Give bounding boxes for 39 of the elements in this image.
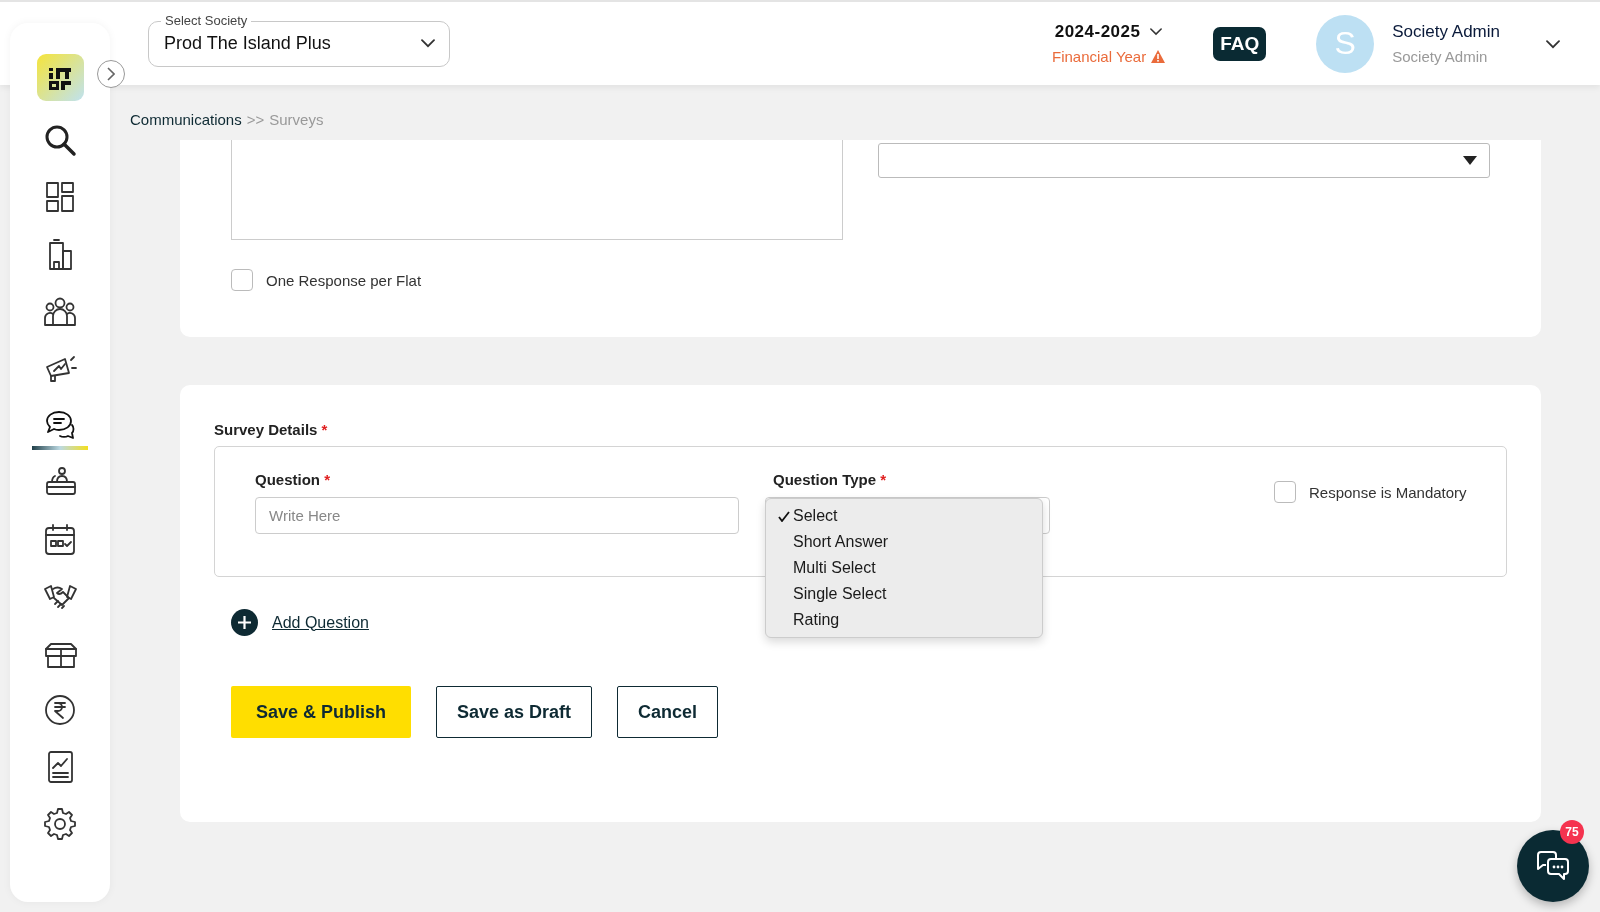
- app-logo[interactable]: [36, 54, 84, 101]
- rupee-icon: [42, 692, 78, 728]
- section-title: Survey Details *: [214, 421, 329, 438]
- financial-year-label: Financial Year: [1051, 48, 1147, 65]
- faq-button[interactable]: FAQ: [1213, 26, 1267, 61]
- year-select[interactable]: 2024-2025: [1054, 22, 1163, 42]
- chevron-down-icon: [1546, 40, 1560, 49]
- user-name: Society Admin: [1392, 22, 1500, 42]
- checkbox[interactable]: [231, 269, 253, 291]
- publish-button[interactable]: Save & Publish: [231, 686, 411, 738]
- field-label: Question *: [255, 471, 332, 488]
- dropdown-option[interactable]: Multi Select: [766, 555, 1042, 581]
- secondary-button[interactable]: Save as Draft: [436, 686, 593, 738]
- checkbox[interactable]: [1274, 481, 1296, 503]
- calendar-icon: [42, 521, 78, 557]
- field-label: Question Type *: [773, 471, 888, 488]
- user-role: Society Admin: [1392, 48, 1489, 65]
- select-field[interactable]: [878, 143, 1490, 178]
- settings-icon: [42, 806, 78, 842]
- secondary-button[interactable]: Cancel: [617, 686, 719, 738]
- chat-bubbles-icon: [1536, 850, 1570, 882]
- add-question-link[interactable]: Add Question: [272, 613, 369, 632]
- notification-badge: 75: [1560, 820, 1584, 844]
- chevron-down-icon: [421, 39, 435, 48]
- caret-down-icon: [1463, 156, 1477, 165]
- chevron-right-icon: [107, 67, 115, 81]
- checkbox-label: Response is Mandatory: [1309, 483, 1467, 501]
- chevron-down-icon: [1150, 28, 1163, 36]
- breadcrumb-separator: >>: [246, 111, 265, 130]
- question-input[interactable]: Write Here: [255, 497, 739, 534]
- dropdown-option[interactable]: Select: [766, 503, 1042, 529]
- dropdown-option[interactable]: Single Select: [766, 581, 1042, 607]
- dropdown-option[interactable]: Short Answer: [766, 529, 1042, 555]
- breadcrumb-link[interactable]: Communications: [130, 111, 242, 140]
- checkbox-label: One Response per Flat: [266, 271, 422, 289]
- add-circle-icon[interactable]: [231, 609, 258, 636]
- breadcrumb-current: Surveys: [269, 111, 324, 130]
- dropdown-option[interactable]: Rating: [766, 607, 1042, 633]
- warning-icon: [1151, 50, 1166, 63]
